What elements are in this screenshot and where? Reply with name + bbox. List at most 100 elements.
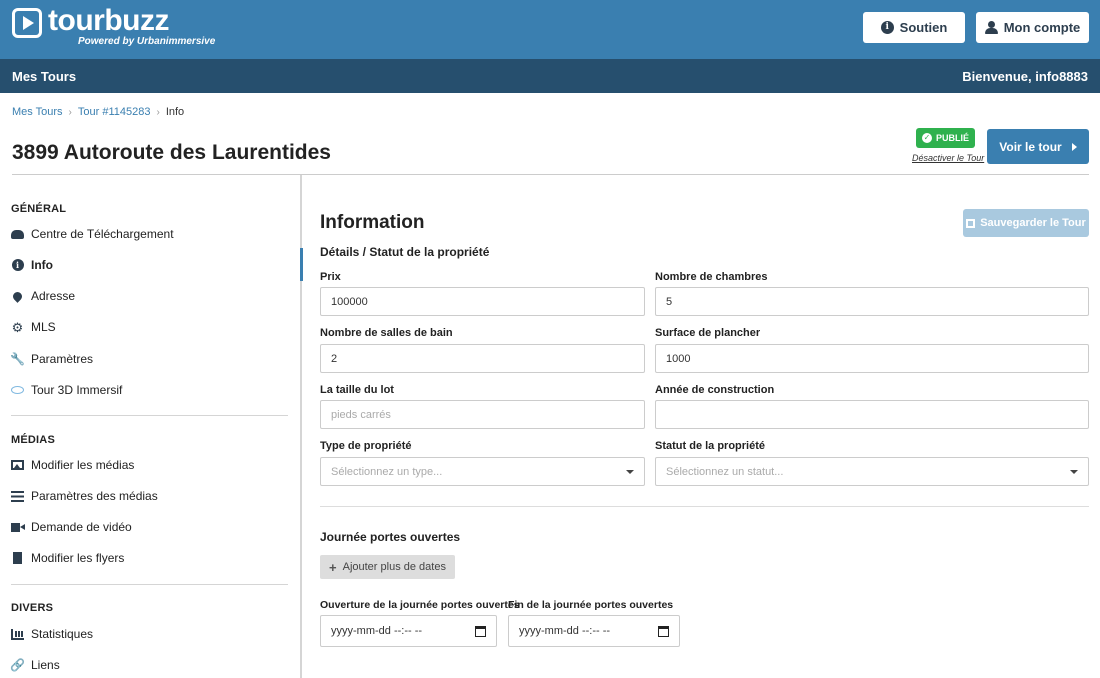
bar-chart-icon [11,628,24,640]
my-account-button[interactable]: Mon compte [976,12,1089,43]
top-header: tourbuzz Powered by Urbanimmersive i Sou… [0,0,1100,59]
3d-tour-icon [11,386,24,394]
support-button[interactable]: i Soutien [863,12,965,43]
link-icon: 🔗 [10,658,25,672]
sidebar-item-label: Liens [31,658,60,672]
breadcrumb-current: Info [165,106,185,118]
add-dates-button[interactable]: + Ajouter plus de dates [320,555,455,579]
save-tour-label: Sauvegarder le Tour [980,217,1086,229]
property-type-label: Type de propriété [320,440,412,452]
video-icon [11,522,25,532]
sidebar-item-edit-media[interactable]: Modifier les médias [11,456,134,474]
logo-tagline: Powered by Urbanimmersive [78,36,216,47]
sidebar-item-label: Paramètres [31,352,94,366]
status-badge: ✓ PUBLIÉ [916,128,975,148]
price-input[interactable] [320,287,645,316]
sidebar-item-label: Modifier les médias [31,458,135,472]
sidebar-section-general: GÉNÉRAL [11,203,67,215]
sidebar-divider [11,584,288,585]
property-status-placeholder: Sélectionnez un statut... [666,465,784,478]
divider [320,506,1089,507]
sidebar-section-media: MÉDIAS [11,434,55,446]
support-label: Soutien [899,20,948,35]
calendar-icon[interactable] [658,625,669,637]
tourbuzz-logo[interactable]: tourbuzz Powered by Urbanimmersive [12,4,216,47]
info-icon: i [880,21,894,34]
details-subheading: Détails / Statut de la propriété [320,245,490,259]
sidebar-item-label: Statistiques [31,627,94,641]
price-label: Prix [320,271,341,283]
open-house-start-input[interactable]: yyyy-mm-dd --:-- -- [320,615,497,647]
sidebar-item-settings[interactable]: 🔧 Paramètres [10,350,94,368]
sidebar-item-info[interactable]: i Info [11,256,53,274]
open-house-title: Journée portes ouvertes [320,530,461,544]
sidebar-item-label: Adresse [31,289,76,303]
add-dates-label: Ajouter plus de dates [342,561,446,573]
bedrooms-label: Nombre de chambres [655,271,768,283]
image-icon [11,460,24,470]
status-badge-label: PUBLIÉ [935,133,969,143]
info-icon: i [11,259,24,271]
sidebar-section-misc: DIVERS [11,602,54,614]
bathrooms-label: Nombre de salles de bain [320,327,453,339]
property-status-label: Statut de la propriété [655,440,766,452]
view-tour-button[interactable]: Voir le tour [987,129,1089,164]
chevron-right-icon: › [156,106,160,118]
caret-right-icon [1071,142,1077,151]
sidebar-divider [11,415,288,416]
sidebar-item-3d-tour[interactable]: Tour 3D Immersif [11,381,122,399]
lot-size-label: La taille du lot [320,384,394,396]
sidebar-item-label: Info [31,258,53,272]
wrench-icon: 🔧 [10,352,25,366]
cloud-download-icon [11,229,24,239]
sidebar-item-label: Modifier les flyers [31,551,125,565]
sidebar-item-download-center[interactable]: Centre de Téléchargement [11,225,174,243]
sidebar-item-mls[interactable]: ⚙ MLS [11,318,56,336]
deactivate-tour-link[interactable]: Désactiver le Tour [912,153,984,163]
sidebar-item-edit-flyers[interactable]: Modifier les flyers [11,549,124,567]
account-label: Mon compte [1003,20,1081,35]
open-house-end-label: Fin de la journée portes ouvertes [508,599,674,611]
page-title: 3899 Autoroute des Laurentides [12,141,331,164]
calendar-icon[interactable] [475,625,486,637]
property-type-select[interactable]: Sélectionnez un type... [320,457,645,486]
open-house-end-input[interactable]: yyyy-mm-dd --:-- -- [508,615,680,647]
sidebar-item-label: Paramètres des médias [31,489,158,503]
open-house-end-value: yyyy-mm-dd --:-- -- [519,625,611,637]
sidebar-item-statistics[interactable]: Statistiques [11,625,93,643]
save-tour-button[interactable]: Sauvegarder le Tour [963,209,1089,237]
property-status-select[interactable]: Sélectionnez un statut... [655,457,1089,486]
breadcrumb-tour[interactable]: Tour #1145283 [78,106,151,118]
year-built-input[interactable] [655,400,1089,429]
breadcrumb: Mes Tours › Tour #1145283 › Info [12,106,184,118]
caret-down-icon [1070,469,1078,474]
user-icon [984,21,998,34]
sidebar-item-label: Tour 3D Immersif [31,383,123,397]
sidebar-item-label: Demande de vidéo [31,520,132,534]
bedrooms-input[interactable] [655,287,1089,316]
caret-down-icon [626,469,634,474]
sidebar-item-video-request[interactable]: Demande de vidéo [11,518,132,536]
floppy-disk-icon [966,218,976,228]
sidebar-item-media-settings[interactable]: Paramètres des médias [11,487,158,505]
sidebar-item-links[interactable]: 🔗 Liens [10,656,60,674]
breadcrumb-my-tours[interactable]: Mes Tours [12,106,63,118]
file-icon [13,552,22,564]
map-pin-icon [11,289,24,303]
property-type-placeholder: Sélectionnez un type... [331,465,443,478]
section-title: Information [320,212,425,233]
bathrooms-input[interactable] [320,344,645,373]
floor-area-input[interactable] [655,344,1089,373]
check-circle-icon: ✓ [921,133,932,143]
welcome-user: Bienvenue, info8883 [962,69,1088,84]
sidebar-item-address[interactable]: Adresse [11,287,75,305]
my-tours-link[interactable]: Mes Tours [12,69,76,84]
floor-area-label: Surface de plancher [655,327,761,339]
lot-size-input[interactable] [320,400,645,429]
year-built-label: Année de construction [655,384,775,396]
view-tour-label: Voir le tour [999,139,1062,154]
sub-navigation: Mes Tours Bienvenue, info8883 [0,59,1100,93]
active-item-marker [300,248,303,281]
open-house-start-label: Ouverture de la journée portes ouvertes [320,599,520,611]
logo-name: tourbuzz [48,4,169,37]
